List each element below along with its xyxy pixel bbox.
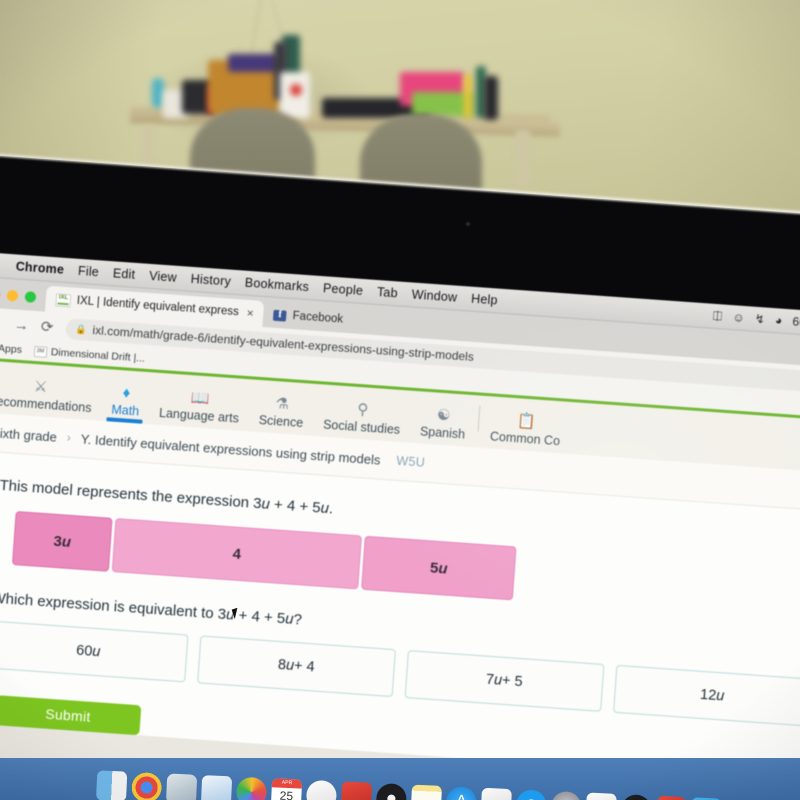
strip-segment-4: 4 — [111, 518, 362, 590]
textedit-icon[interactable] — [480, 787, 512, 800]
battery-percent-label: 66% — [792, 314, 800, 331]
calendar-icon[interactable]: APR 25 — [270, 778, 303, 800]
bookmark-icon: 3M — [33, 345, 48, 358]
subject-tab-label: Science — [258, 412, 304, 431]
submit-button[interactable]: Submit — [0, 695, 142, 736]
wifi-icon[interactable]: ◕ — [775, 313, 783, 327]
subject-tab-label: Spanish — [419, 424, 466, 442]
book-icon: 📖 — [190, 389, 211, 408]
mail-icon[interactable] — [165, 773, 198, 800]
photo-of-laptop-screen:  Chrome File Edit View History Bookmark… — [0, 0, 800, 800]
user-account-icon[interactable]: ☺ — [732, 310, 745, 325]
desk-item-dark-bottle — [484, 76, 498, 120]
app-store-icon[interactable]: A — [445, 786, 477, 800]
chrome-icon[interactable] — [130, 771, 163, 800]
browser-tab-title: IXL | Identify equivalent express — [76, 294, 240, 319]
airplay-icon[interactable]: ⎅ — [712, 308, 723, 324]
strip-segment-5u: 5u — [361, 535, 517, 601]
music-icon[interactable] — [620, 794, 652, 800]
speech-icon: ☯ — [436, 406, 452, 425]
menu-item-people[interactable]: People — [323, 281, 364, 298]
menu-item-bookmarks[interactable]: Bookmarks — [244, 276, 309, 295]
back-button[interactable]: ← — [0, 314, 3, 332]
menu-item-tab[interactable]: Tab — [377, 285, 399, 300]
lock-icon: 🔒 — [75, 323, 87, 335]
menu-item-chrome[interactable]: Chrome — [15, 259, 64, 276]
globe-icon: ⚲ — [356, 400, 369, 419]
question-area: This model represents the expression 3u … — [0, 450, 800, 784]
bluetooth-icon[interactable]: ↯ — [754, 312, 765, 327]
subject-tab-language-arts[interactable]: 📖 Language arts — [148, 367, 252, 431]
bookmark-apps[interactable]: Apps — [0, 341, 22, 356]
reload-button[interactable]: ⟳ — [40, 318, 54, 336]
photos-icon[interactable] — [235, 776, 268, 800]
laptop-screen:  Chrome File Edit View History Bookmark… — [0, 252, 800, 800]
desk-item-books — [228, 54, 280, 72]
macos-dock: APR25 A — [90, 760, 728, 800]
subject-tab-science[interactable]: ⚗ Science — [248, 374, 316, 435]
answer-choice-1[interactable]: 60 u — [0, 620, 188, 683]
notes-icon[interactable] — [410, 784, 442, 800]
forward-button[interactable]: → — [13, 316, 29, 334]
desk-leg-right — [516, 130, 530, 186]
bookmark-label: Apps — [0, 342, 23, 357]
subject-tab-math[interactable]: ♦ Math — [101, 364, 153, 424]
subject-tab-label: Social studies — [322, 417, 401, 437]
ixl-page: ⚔ Recommendations ♦ Math 📖 Language arts… — [0, 355, 800, 784]
signpost-icon: ⚔ — [33, 378, 49, 396]
desk-item-yellow-pencil — [464, 74, 472, 118]
subject-tab-label: Language arts — [158, 405, 240, 426]
webcam-icon — [466, 222, 470, 226]
system-preferences-icon[interactable] — [550, 790, 582, 800]
menu-item-file[interactable]: File — [78, 264, 100, 279]
skill-code: W5U — [395, 453, 426, 470]
keynote-icon[interactable] — [340, 781, 373, 800]
dvd-player-icon[interactable] — [375, 783, 408, 800]
subject-tab-spanish[interactable]: ☯ Spanish — [409, 386, 478, 447]
window-controls[interactable] — [0, 288, 46, 311]
compass-icon: ♦ — [122, 384, 131, 402]
finder-icon[interactable] — [95, 770, 128, 800]
subject-tab-recommendations[interactable]: ⚔ Recommendations — [0, 355, 105, 421]
clipboard-icon: 📋 — [516, 412, 537, 431]
desk-item-red-dots — [290, 84, 302, 96]
pages-icon[interactable] — [585, 792, 617, 800]
facebook-favicon-icon — [273, 309, 288, 322]
subject-tab-label: Recommendations — [0, 393, 92, 416]
subject-tab-common-core[interactable]: 📋 Common Co — [479, 391, 573, 454]
answer-choice-3[interactable]: 7u + 5 — [404, 650, 604, 712]
subject-tab-label: Math — [110, 402, 140, 419]
menu-item-window[interactable]: Window — [411, 287, 458, 304]
safari-icon[interactable] — [515, 789, 547, 800]
maximize-window-button[interactable] — [24, 291, 37, 303]
answer-choice-4[interactable]: 12 u — [612, 664, 800, 727]
menu-item-help[interactable]: Help — [471, 292, 498, 308]
macos-dock-background: APR25 A — [0, 758, 800, 800]
breadcrumb-grade[interactable]: Sixth grade — [0, 425, 57, 445]
preview-icon[interactable] — [200, 775, 233, 800]
chevron-right-icon: › — [66, 430, 72, 445]
red-tool-icon[interactable] — [655, 795, 687, 800]
flask-icon: ⚗ — [274, 395, 290, 414]
close-tab-icon[interactable]: × — [246, 306, 254, 320]
menu-item-edit[interactable]: Edit — [112, 266, 135, 282]
subject-tab-label: Common Co — [489, 429, 561, 449]
browser-tab-title: Facebook — [292, 310, 344, 326]
ixl-favicon-icon — [55, 292, 72, 307]
subject-tab-social-studies[interactable]: ⚲ Social studies — [312, 379, 413, 443]
menu-item-history[interactable]: History — [190, 272, 231, 289]
minimize-window-button[interactable] — [6, 289, 19, 302]
strip-segment-3u: 3u — [11, 511, 113, 572]
answer-choice-2[interactable]: 8u + 4 — [196, 635, 396, 698]
menu-item-view[interactable]: View — [149, 269, 178, 285]
itunes-icon[interactable] — [305, 779, 338, 800]
